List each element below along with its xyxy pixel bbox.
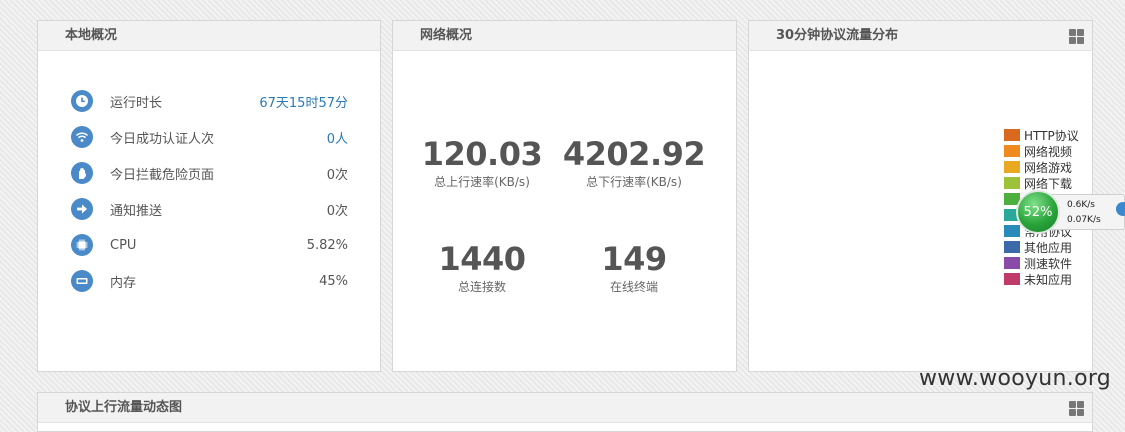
stat-row-cpu: CPU 5.82% — [71, 233, 348, 257]
panel-title: 协议上行流量动态图 — [38, 393, 1092, 423]
auth-count-value[interactable]: 0人 — [327, 128, 348, 147]
legend-swatch — [1004, 241, 1020, 253]
upload-rate-stat: 120.03 总上行速率(KB/s) — [407, 136, 557, 190]
upload-rate-value: 120.03 — [421, 135, 543, 173]
wifi-icon — [71, 126, 93, 148]
legend-label: HTTP协议 — [1024, 128, 1079, 143]
stat-label: 通知推送 — [110, 203, 163, 219]
legend-item[interactable]: 其他应用 — [1004, 239, 1079, 255]
blocked-value: 0次 — [326, 167, 348, 183]
legend-label: 其他应用 — [1024, 240, 1073, 255]
arrow-right-icon — [71, 198, 93, 220]
legend-label: 网络游戏 — [1024, 160, 1073, 175]
speed-percent-ball[interactable]: 52% — [1016, 190, 1060, 234]
legend-item[interactable]: HTTP协议 — [1004, 127, 1079, 143]
clock-icon — [71, 90, 93, 112]
speed-floating-widget[interactable]: ↑ 0.6K/s ↓ 0.07K/s 52% — [1016, 190, 1125, 234]
upstream-traffic-panel: 协议上行流量动态图 — [37, 392, 1093, 432]
terminals-value: 149 — [601, 240, 667, 278]
terminals-stat: 149 在线终端 — [559, 241, 709, 295]
panel-title: 30分钟协议流量分布 — [749, 21, 1092, 51]
stat-row-memory: 内存 45% — [71, 269, 348, 293]
stat-row-notify: 通知推送 0次 — [71, 197, 348, 221]
download-rate-value: 4202.92 — [562, 135, 706, 173]
stat-label: 今日拦截危险页面 — [110, 167, 215, 183]
watermark: www.wooyun.org — [919, 366, 1112, 391]
connections-stat: 1440 总连接数 — [407, 241, 557, 295]
upload-rate-label: 总上行速率(KB/s) — [434, 175, 530, 189]
stat-label: 运行时长 — [110, 95, 163, 111]
stat-label: 今日成功认证人次 — [110, 131, 215, 147]
network-overview-panel: 网络概况 120.03 总上行速率(KB/s) 4202.92 总下行速率(KB… — [392, 20, 737, 372]
legend-label: 测速软件 — [1024, 256, 1073, 271]
connections-label: 总连接数 — [457, 280, 506, 294]
notify-value: 0次 — [326, 203, 348, 219]
connections-value: 1440 — [438, 240, 526, 278]
legend-item[interactable]: 网络视频 — [1004, 143, 1079, 159]
panel-title-text: 30分钟协议流量分布 — [776, 28, 899, 43]
download-rate-label: 总下行速率(KB/s) — [586, 175, 682, 189]
legend-swatch — [1004, 273, 1020, 285]
edge-toggle-icon[interactable] — [1116, 202, 1125, 216]
stat-row-uptime: 运行时长 67天15时57分 — [71, 89, 348, 113]
local-overview-panel: 本地概况 运行时长 67天15时57分 今日成功认证人次 0人 今日拦截危险页面… — [37, 20, 381, 372]
legend-label: 网络视频 — [1024, 144, 1073, 159]
stat-label: CPU — [110, 237, 137, 253]
stat-row-auth: 今日成功认证人次 0人 — [71, 125, 348, 149]
legend-item[interactable]: 网络下载 — [1004, 175, 1079, 191]
stat-label: 内存 — [110, 275, 137, 291]
download-rate-stat: 4202.92 总下行速率(KB/s) — [559, 136, 709, 190]
panel-title-text: 协议上行流量动态图 — [65, 400, 183, 415]
legend-item[interactable]: 网络游戏 — [1004, 159, 1079, 175]
legend-item[interactable]: 未知应用 — [1004, 271, 1079, 287]
grid-menu-icon[interactable] — [1069, 29, 1084, 44]
legend-swatch — [1004, 145, 1020, 157]
legend-label: 未知应用 — [1024, 272, 1073, 287]
legend-item[interactable]: 测速软件 — [1004, 255, 1079, 271]
panel-title: 网络概况 — [393, 21, 736, 51]
cpu-value: 5.82% — [306, 237, 348, 253]
legend-swatch — [1004, 177, 1020, 189]
legend-swatch — [1004, 161, 1020, 173]
speed-up-value: 0.6K/s — [1067, 200, 1095, 210]
legend-swatch — [1004, 257, 1020, 269]
uptime-value[interactable]: 67天15时57分 — [259, 92, 348, 111]
stat-row-blocked: 今日拦截危险页面 0次 — [71, 161, 348, 185]
terminals-label: 在线终端 — [609, 280, 658, 294]
legend-swatch — [1004, 129, 1020, 141]
memory-icon — [71, 270, 93, 292]
legend-label: 网络下载 — [1024, 176, 1073, 191]
memory-value: 45% — [319, 273, 348, 289]
hand-stop-icon — [71, 162, 93, 184]
speed-down-value: 0.07K/s — [1067, 215, 1101, 225]
cpu-icon — [71, 234, 93, 256]
grid-menu-icon[interactable] — [1069, 401, 1084, 416]
panel-title: 本地概况 — [38, 21, 380, 51]
